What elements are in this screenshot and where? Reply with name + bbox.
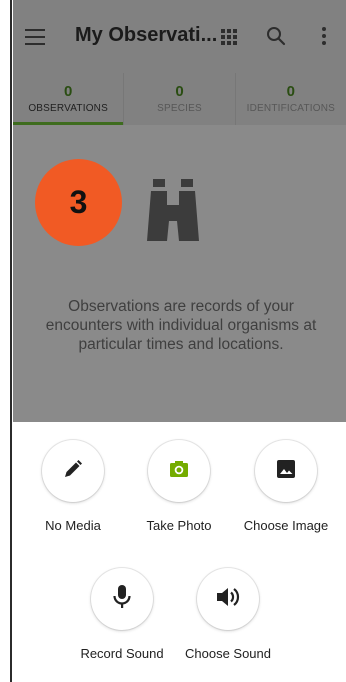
- menu-icon[interactable]: [25, 29, 45, 45]
- no-media-label: No Media: [45, 518, 101, 533]
- app-bar: My Observati...: [13, 0, 346, 73]
- microphone-icon: [112, 584, 132, 615]
- record-sound-button[interactable]: [91, 568, 153, 630]
- species-count: 0: [175, 83, 184, 100]
- pencil-icon: [63, 459, 83, 484]
- take-photo-option[interactable]: Take Photo: [119, 440, 239, 533]
- choose-sound-label: Choose Sound: [184, 646, 271, 661]
- record-sound-label: Record Sound: [80, 646, 164, 661]
- record-sound-option[interactable]: Record Sound: [62, 568, 182, 661]
- tab-bar: 0 OBSERVATIONS 0 SPECIES 0 IDENTIFICATIO…: [13, 73, 346, 125]
- take-photo-button[interactable]: [148, 440, 210, 502]
- tab-identifications[interactable]: 0 IDENTIFICATIONS: [236, 73, 346, 125]
- page-title: My Observati...: [75, 24, 218, 46]
- more-vert-icon[interactable]: [321, 27, 327, 47]
- choose-image-label: Choose Image: [243, 518, 329, 533]
- tab-identifications-label: IDENTIFICATIONS: [246, 103, 335, 114]
- choose-image-button[interactable]: [255, 440, 317, 502]
- empty-state-message: Observations are records of your encount…: [45, 298, 317, 353]
- no-media-button[interactable]: [42, 440, 104, 502]
- step-badge: 3: [35, 159, 122, 246]
- left-edge-line: [10, 0, 12, 682]
- camera-icon: [169, 459, 189, 484]
- choose-image-option[interactable]: Choose Image: [226, 440, 346, 533]
- identifications-count: 0: [286, 83, 295, 100]
- tab-observations-label: OBSERVATIONS: [28, 103, 108, 114]
- binoculars-icon: [147, 179, 199, 248]
- empty-state: 3 Observations are records of your encou…: [13, 125, 346, 422]
- screen: My Observati... 0 OBSERVATIONS 0 SPECIES…: [13, 0, 346, 682]
- phone-frame: My Observati... 0 OBSERVATIONS 0 SPECIES…: [0, 0, 346, 682]
- tab-species-label: SPECIES: [157, 103, 202, 114]
- media-bottom-sheet: No Media Take Photo Choose Image Record …: [13, 422, 346, 682]
- tab-species[interactable]: 0 SPECIES: [124, 73, 236, 125]
- choose-sound-option[interactable]: Choose Sound: [168, 568, 288, 661]
- search-icon[interactable]: [265, 25, 287, 47]
- tab-observations[interactable]: 0 OBSERVATIONS: [13, 73, 125, 125]
- choose-sound-button[interactable]: [197, 568, 259, 630]
- grid-view-icon[interactable]: [221, 29, 237, 45]
- take-photo-label: Take Photo: [146, 518, 212, 533]
- observations-count: 0: [63, 83, 73, 100]
- no-media-option[interactable]: No Media: [13, 440, 133, 533]
- image-icon: [276, 459, 296, 484]
- speaker-icon: [215, 586, 241, 613]
